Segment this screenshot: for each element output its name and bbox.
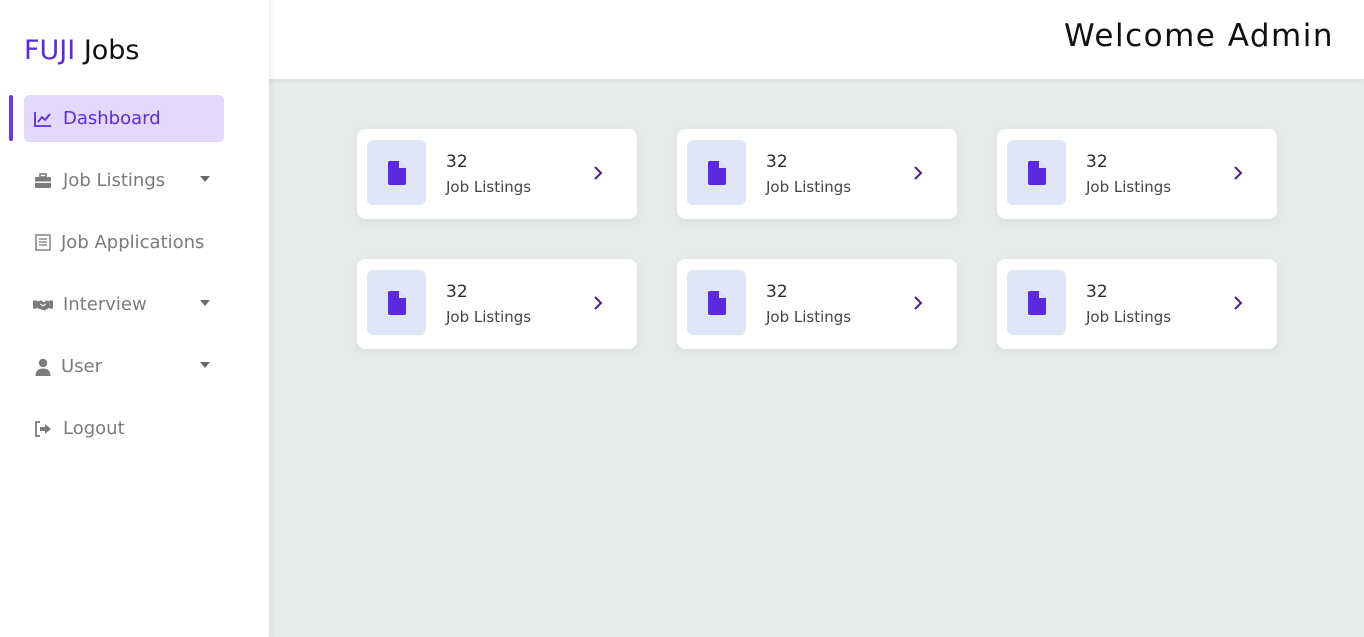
file-icon — [367, 140, 426, 205]
file-icon — [687, 270, 746, 335]
chevron-right-icon[interactable] — [910, 295, 926, 311]
card-count: 32 — [766, 152, 788, 172]
briefcase-icon — [33, 171, 53, 191]
brand-logo[interactable]: FUJI Jobs — [24, 33, 140, 69]
handshake-icon — [33, 295, 53, 315]
card-count: 32 — [1086, 152, 1108, 172]
sidebar-item-label: Logout — [63, 418, 125, 439]
card-count: 32 — [1086, 282, 1108, 302]
card-label: Job Listings — [446, 308, 532, 326]
card-count: 32 — [446, 152, 468, 172]
stat-card[interactable]: 32 Job Listings — [357, 259, 637, 349]
brand-name-part1: FUJI — [24, 35, 76, 66]
sidebar-item-dashboard[interactable]: Dashboard — [24, 95, 224, 142]
sidebar-item-user[interactable]: User — [24, 343, 224, 390]
sidebar-item-logout[interactable]: Logout — [24, 405, 224, 452]
chevron-right-icon[interactable] — [1230, 165, 1246, 181]
card-label: Job Listings — [1086, 178, 1172, 196]
card-count: 32 — [766, 282, 788, 302]
sidebar-item-job-listings[interactable]: Job Listings — [24, 157, 224, 204]
sidebar-item-label: Job Applications — [61, 232, 205, 253]
chevron-right-icon[interactable] — [590, 295, 606, 311]
welcome-message: Welcome Admin — [1064, 18, 1334, 54]
card-label: Job Listings — [766, 178, 852, 196]
sidebar-item-label: Interview — [63, 294, 147, 315]
file-icon — [687, 140, 746, 205]
stat-card[interactable]: 32 Job Listings — [997, 259, 1277, 349]
chart-line-icon — [33, 109, 53, 129]
chevron-right-icon[interactable] — [910, 165, 926, 181]
stat-card[interactable]: 32 Job Listings — [357, 129, 637, 219]
chevron-down-icon[interactable] — [200, 300, 210, 306]
chevron-right-icon[interactable] — [1230, 295, 1246, 311]
brand-name-part2: Jobs — [83, 35, 140, 66]
sidebar-item-label: Dashboard — [63, 108, 161, 129]
sidebar-item-label: User — [61, 356, 103, 377]
card-label: Job Listings — [766, 308, 852, 326]
file-icon — [1007, 270, 1066, 335]
card-label: Job Listings — [1086, 308, 1172, 326]
chevron-down-icon[interactable] — [200, 362, 210, 368]
logout-icon — [33, 419, 53, 439]
sidebar-item-job-applications[interactable]: Job Applications — [24, 219, 224, 266]
stat-card[interactable]: 32 Job Listings — [677, 259, 957, 349]
document-list-icon — [33, 233, 53, 253]
top-header: Welcome Admin — [269, 0, 1364, 79]
stat-card[interactable]: 32 Job Listings — [677, 129, 957, 219]
stat-card[interactable]: 32 Job Listings — [997, 129, 1277, 219]
sidebar-item-interview[interactable]: Interview — [24, 281, 224, 328]
sidebar-item-label: Job Listings — [63, 170, 166, 191]
user-icon — [33, 357, 53, 377]
chevron-right-icon[interactable] — [590, 165, 606, 181]
card-label: Job Listings — [446, 178, 532, 196]
card-count: 32 — [446, 282, 468, 302]
active-indicator — [9, 95, 13, 141]
sidebar: FUJI Jobs Dashboard Job Listings Job App… — [0, 0, 269, 637]
file-icon — [1007, 140, 1066, 205]
file-icon — [367, 270, 426, 335]
chevron-down-icon[interactable] — [200, 176, 210, 182]
